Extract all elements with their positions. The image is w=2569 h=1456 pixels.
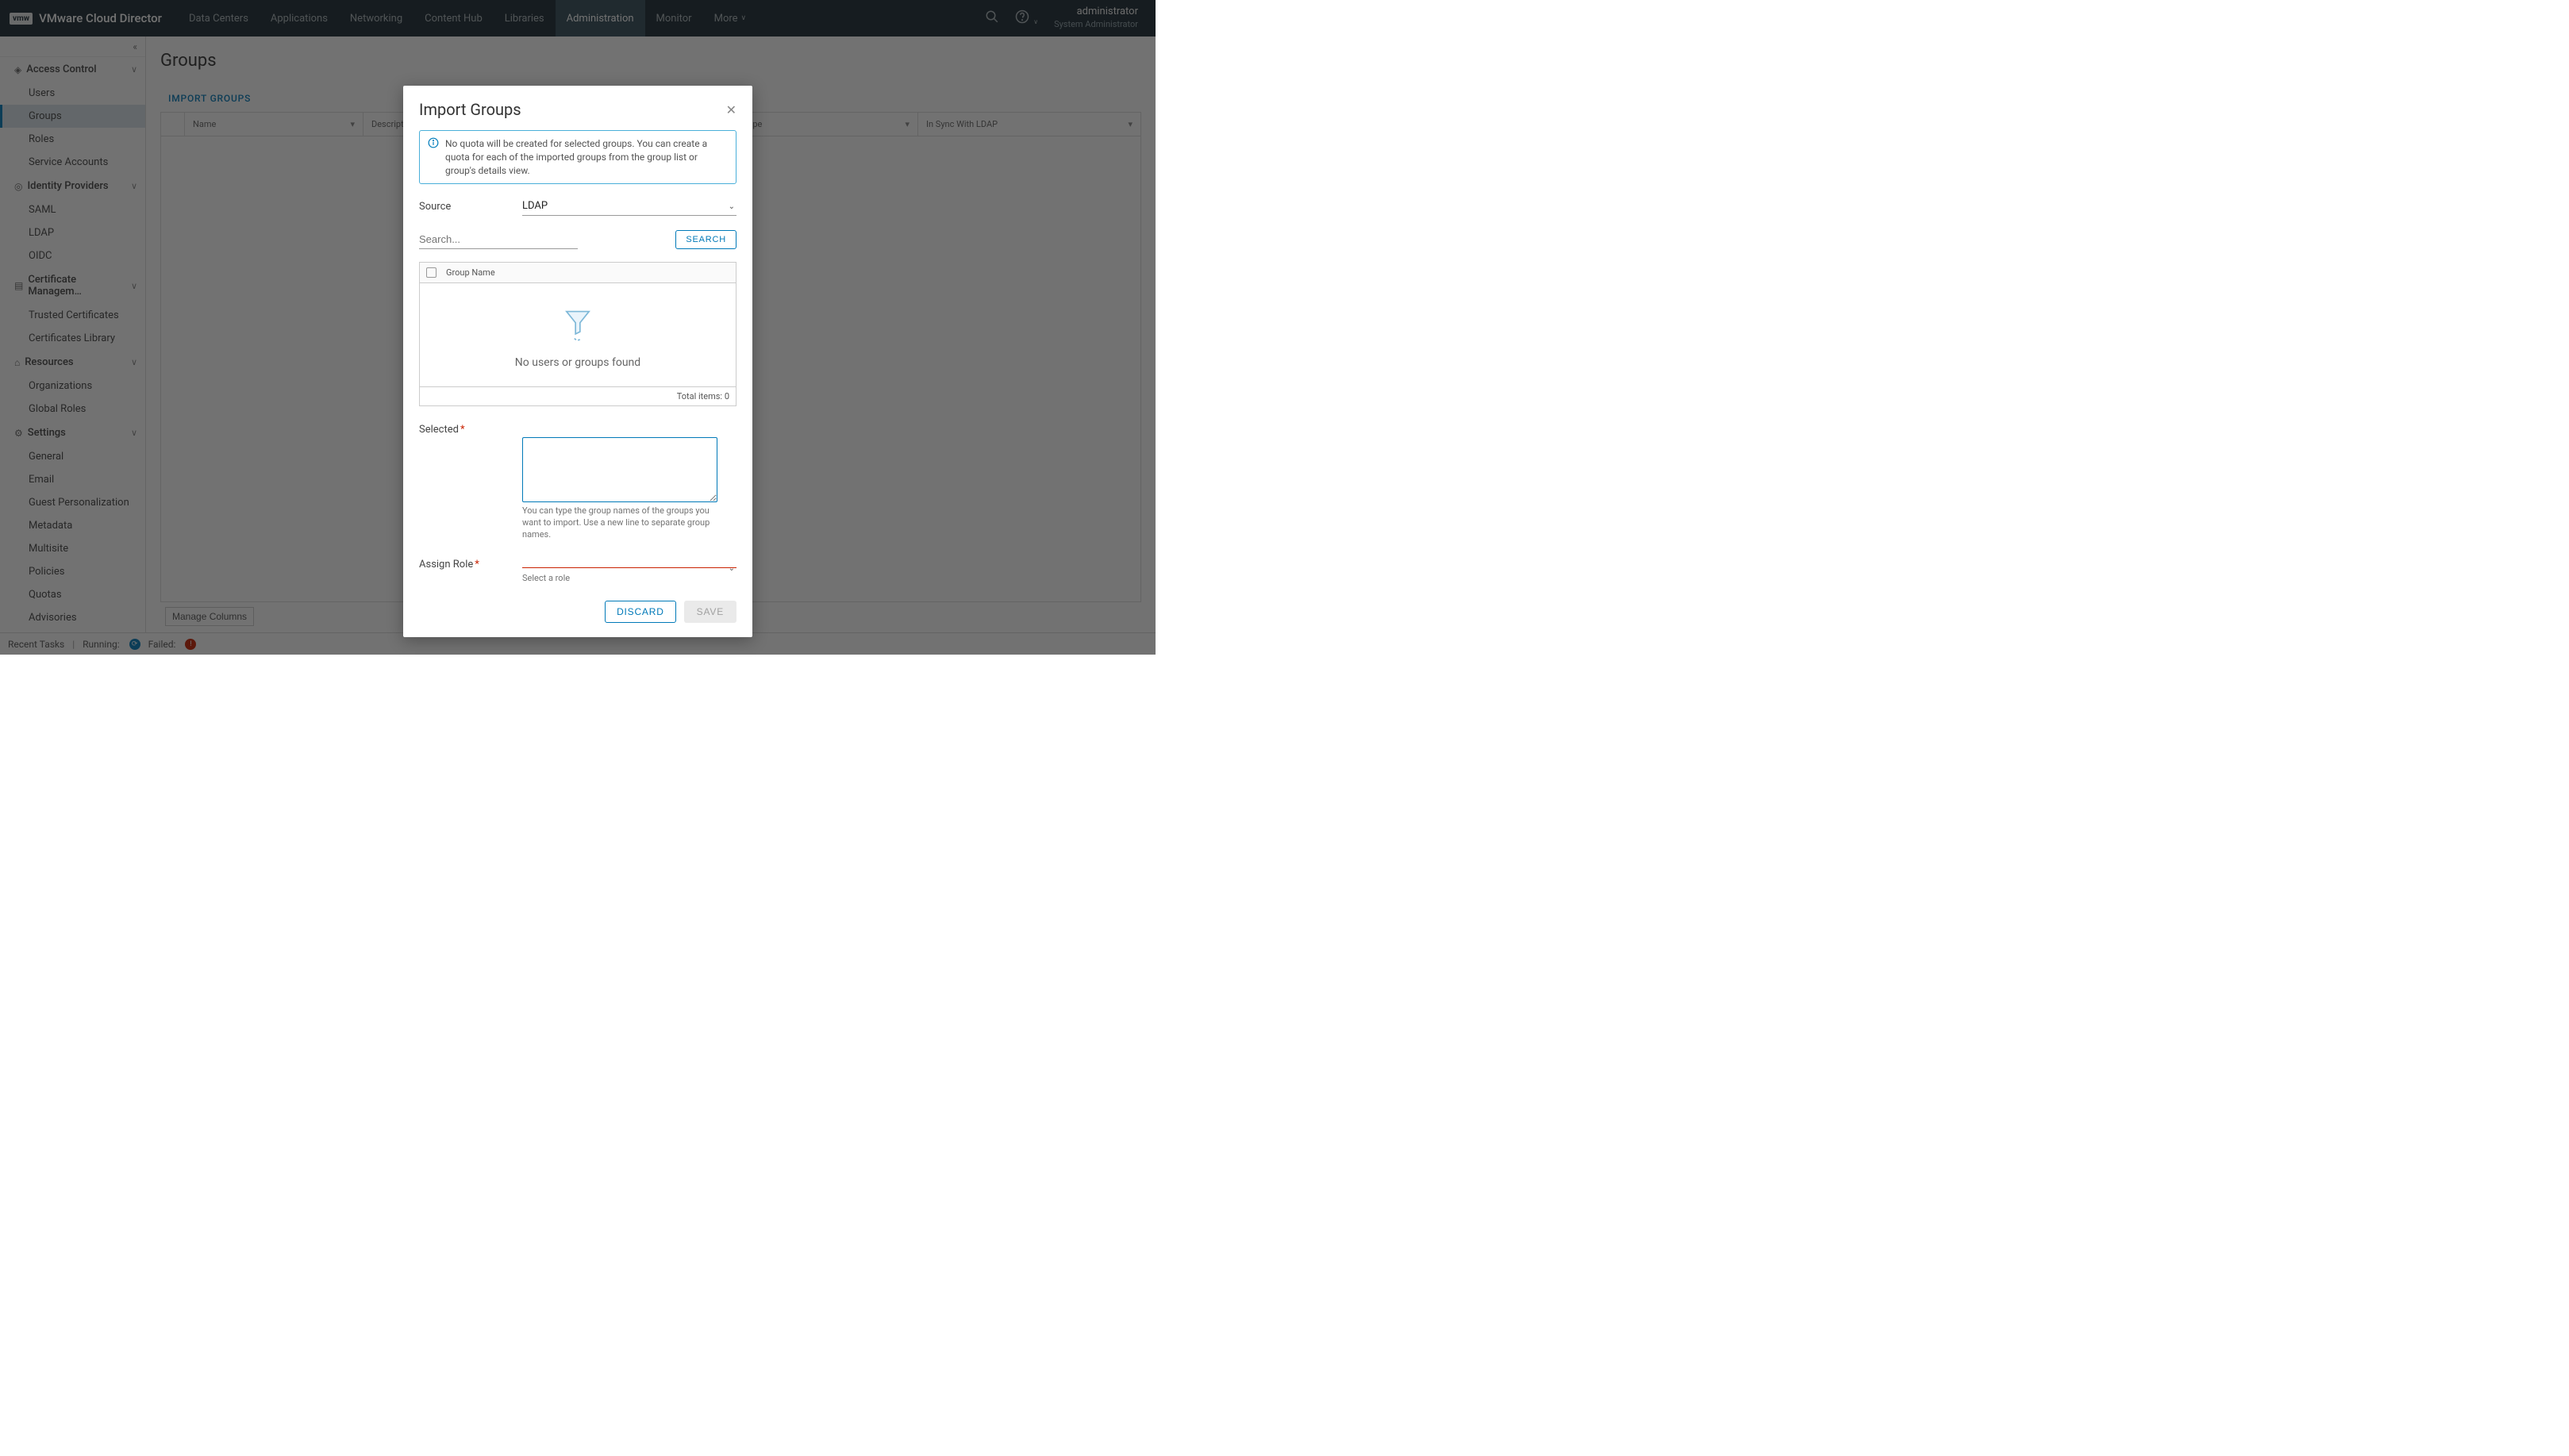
dialog-header: Import Groups ✕	[403, 86, 752, 125]
dialog-footer: DISCARD SAVE	[403, 596, 752, 637]
selected-helper-text: You can type the group names of the grou…	[522, 505, 719, 541]
assign-role-select[interactable]: ⌄	[522, 561, 736, 568]
source-value: LDAP	[522, 197, 736, 216]
assign-role-label: Assign Role*	[419, 559, 522, 570]
selected-textarea[interactable]	[522, 437, 717, 502]
group-name-column: Group Name	[446, 267, 495, 278]
dialog-body: No quota will be created for selected gr…	[403, 125, 752, 596]
source-select[interactable]: LDAP ⌄	[522, 197, 736, 216]
selected-field: Selected*	[419, 424, 736, 436]
group-grid-empty: No users or groups found	[420, 283, 736, 386]
dialog-title: Import Groups	[419, 100, 521, 119]
assign-role-helper: Select a role	[522, 573, 736, 583]
info-icon	[428, 137, 439, 177]
chevron-down-icon: ⌄	[729, 564, 735, 573]
info-text: No quota will be created for selected gr…	[445, 137, 728, 177]
source-label: Source	[419, 201, 522, 213]
search-row: SEARCH	[419, 230, 736, 249]
save-button[interactable]: SAVE	[684, 601, 736, 623]
selected-label: Selected*	[419, 424, 522, 436]
select-all-checkbox[interactable]	[426, 267, 436, 278]
import-groups-dialog: Import Groups ✕ No quota will be created…	[403, 86, 752, 637]
search-input[interactable]	[419, 230, 578, 248]
close-icon[interactable]: ✕	[726, 102, 736, 117]
search-button[interactable]: SEARCH	[675, 230, 736, 249]
group-grid-header: Group Name	[420, 263, 736, 283]
modal-overlay: Import Groups ✕ No quota will be created…	[0, 0, 1156, 655]
discard-button[interactable]: DISCARD	[605, 601, 676, 623]
group-search-grid: Group Name No users or groups found Tota…	[419, 262, 736, 406]
info-banner: No quota will be created for selected gr…	[419, 130, 736, 184]
empty-message: No users or groups found	[515, 356, 640, 369]
filter-funnel-icon	[564, 309, 591, 347]
source-field: Source LDAP ⌄	[419, 197, 736, 216]
assign-role-field: Assign Role* ⌄	[419, 559, 736, 570]
group-grid-footer: Total items: 0	[420, 386, 736, 405]
